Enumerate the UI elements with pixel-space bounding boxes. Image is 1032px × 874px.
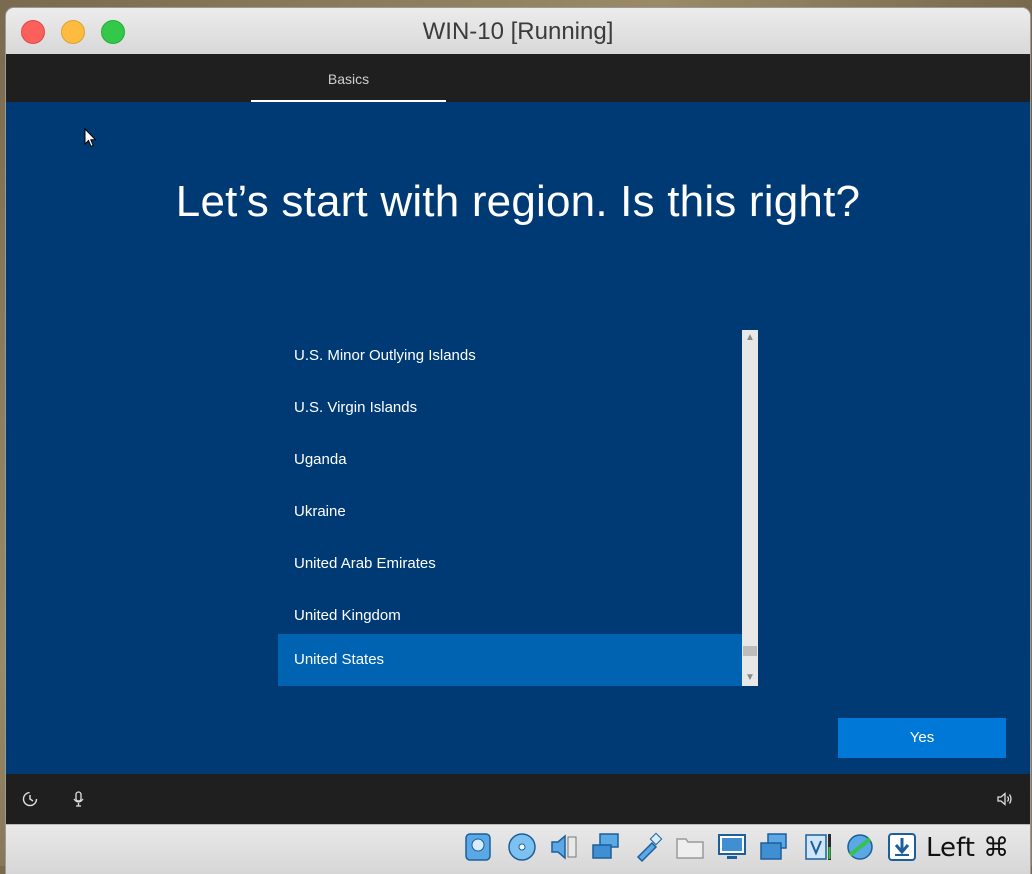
audio-icon[interactable] — [548, 831, 580, 863]
network-icon[interactable] — [590, 831, 622, 863]
display-icon[interactable] — [716, 831, 748, 863]
scroll-down-icon[interactable]: ▼ — [742, 671, 758, 685]
title-bar[interactable]: WIN-10 [Running] — [6, 8, 1030, 55]
microphone-icon[interactable] — [70, 790, 88, 808]
volume-icon[interactable] — [996, 790, 1014, 808]
scroll-thumb[interactable] — [743, 646, 757, 656]
vm-status-bar: Left ⌘ — [6, 824, 1030, 874]
setup-header: Basics — [6, 54, 1030, 102]
host-key-indicator: Left ⌘ — [926, 833, 1010, 863]
list-item-selected[interactable]: United States — [278, 634, 742, 686]
desktop-background — [0, 0, 1032, 8]
list-item[interactable]: U.S. Minor Outlying Islands — [278, 330, 742, 382]
yes-button[interactable]: Yes — [838, 718, 1006, 758]
hard-disk-icon[interactable] — [462, 831, 494, 863]
recording-icon[interactable] — [802, 831, 834, 863]
mouse-pointer-icon — [84, 128, 97, 148]
shared-folder-icon[interactable] — [674, 831, 706, 863]
scroll-up-icon[interactable]: ▲ — [742, 331, 758, 345]
oobe-page: Let’s start with region. Is this right? … — [6, 102, 1030, 774]
list-item[interactable]: Uganda — [278, 434, 742, 486]
page-title: Let’s start with region. Is this right? — [175, 177, 861, 226]
setup-footer — [6, 774, 1030, 824]
ease-of-access-icon[interactable] — [21, 790, 39, 808]
tab-basics: Basics — [327, 71, 370, 87]
list-item[interactable]: U.S. Virgin Islands — [278, 382, 742, 434]
usb-icon[interactable] — [632, 831, 664, 863]
download-icon[interactable] — [886, 831, 918, 863]
window-title: WIN-10 [Running] — [422, 18, 614, 45]
list-item[interactable]: United Arab Emirates — [278, 538, 742, 590]
list-scrollbar[interactable]: ▲ ▼ — [742, 330, 758, 686]
region-list[interactable]: U.S. Minor Outlying Islands U.S. Virgin … — [278, 330, 758, 686]
guest-additions-icon[interactable] — [844, 831, 876, 863]
optical-drive-icon[interactable] — [506, 831, 538, 863]
list-item[interactable]: Ukraine — [278, 486, 742, 538]
vm-window: WIN-10 [Running] Basics Let’s start with… — [6, 8, 1030, 874]
capture-icon[interactable] — [758, 831, 790, 863]
